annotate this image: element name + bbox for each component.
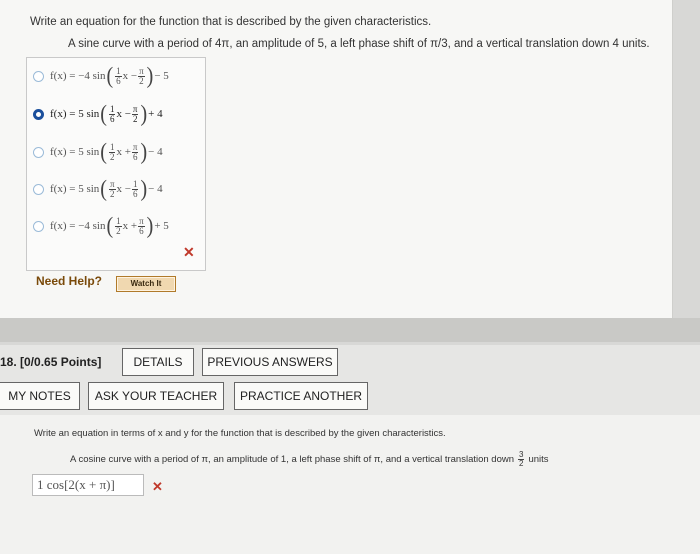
left-paren-icon: (	[106, 213, 114, 239]
choice-mid: x −	[122, 70, 138, 82]
frac-den: 6	[139, 225, 144, 236]
fraction: π2	[138, 65, 145, 86]
fraction: 12	[108, 141, 116, 162]
frac-num: 1	[131, 178, 139, 190]
choice-1[interactable]: f(x) = −4 sin(1 6 x − π 2) − 5	[33, 62, 169, 90]
frac-den: 6	[132, 151, 138, 162]
question-description: A sine curve with a period of 4π, an amp…	[68, 38, 650, 50]
fraction: π2	[131, 103, 139, 124]
choice-4[interactable]: f(x) = 5 sin(π 2 x −1 6) − 4	[33, 175, 163, 203]
choice-prefix: f(x) = −4 sin	[50, 70, 106, 82]
fraction: 16	[115, 65, 122, 86]
choice-prefix: f(x) = −4 sin	[50, 220, 106, 232]
fraction: π6	[131, 141, 139, 162]
ask-teacher-button[interactable]: ASK YOUR TEACHER	[88, 382, 224, 410]
left-paren-icon: (	[100, 176, 107, 202]
frac-den: 6	[132, 188, 138, 199]
description-text: A cosine curve with a period of π, an am…	[70, 454, 515, 465]
choice-suffix: + 5	[154, 220, 169, 232]
choice-suffix: − 4	[148, 183, 163, 195]
radio-icon[interactable]	[33, 146, 44, 158]
radio-icon[interactable]	[33, 70, 44, 82]
fraction: π2	[108, 178, 116, 199]
choice-mid: x −	[116, 183, 131, 195]
frac-den: 2	[109, 151, 115, 162]
choice-prefix: f(x) = 5 sin	[50, 108, 100, 120]
need-help-label: Need Help?	[36, 274, 103, 288]
question-17-panel: Write an equation for the function that …	[0, 0, 673, 318]
incorrect-icon: ✕	[183, 244, 195, 260]
frac-num: π	[131, 141, 139, 153]
question-18-description: A cosine curve with a period of π, an am…	[70, 451, 549, 468]
left-paren-icon: (	[106, 63, 114, 89]
fraction: π6	[138, 215, 145, 236]
frac-num: 1	[108, 103, 116, 115]
incorrect-icon: ✕	[152, 479, 163, 494]
frac-num: π	[138, 215, 145, 227]
choice-3[interactable]: f(x) = 5 sin(1 2 x + π 6) − 4	[33, 138, 163, 166]
choice-prefix: f(x) = 5 sin	[50, 183, 100, 195]
choice-2[interactable]: f(x) = 5 sin(1 6 x − π 2) + 4	[33, 100, 163, 128]
choice-mid: x +	[122, 220, 138, 232]
right-paren-icon: )	[140, 101, 148, 127]
choice-suffix: − 5	[154, 70, 169, 82]
radio-icon[interactable]	[33, 220, 44, 232]
my-notes-button[interactable]: MY NOTES	[0, 382, 80, 410]
frac-den: 2	[132, 113, 138, 124]
choice-suffix: − 4	[148, 146, 163, 158]
choice-prefix: f(x) = 5 sin	[50, 146, 100, 158]
frac-num: 1	[115, 65, 122, 77]
question-18-prompt: Write an equation in terms of x and y fo…	[34, 428, 446, 439]
frac-num: 1	[115, 215, 122, 227]
choice-suffix: + 4	[148, 108, 163, 120]
fraction: 12	[115, 215, 122, 236]
choice-5[interactable]: f(x) = −4 sin(1 2 x + π 6) + 5	[33, 212, 169, 240]
choice-mid: x −	[116, 108, 131, 120]
frac-den: 2	[116, 225, 121, 236]
frac-den: 6	[116, 75, 121, 86]
fraction: 16	[131, 178, 139, 199]
question-18-label: 18. [0/0.65 Points]	[0, 355, 102, 369]
fraction: 32	[518, 451, 525, 468]
frac-den: 6	[109, 113, 115, 124]
frac-num: π	[108, 178, 116, 190]
right-paren-icon: )	[146, 63, 154, 89]
frac-den: 2	[109, 188, 115, 199]
left-paren-icon: (	[100, 139, 107, 165]
units-label: units	[528, 454, 549, 465]
question-prompt: Write an equation for the function that …	[30, 16, 432, 28]
frac-den: 2	[519, 459, 524, 468]
radio-selected-icon[interactable]	[33, 108, 44, 120]
left-paren-icon: (	[100, 101, 107, 127]
right-paren-icon: )	[140, 176, 148, 202]
previous-answers-button[interactable]: PREVIOUS ANSWERS	[202, 348, 338, 376]
frac-num: 1	[108, 141, 116, 153]
choice-mid: x +	[116, 146, 131, 158]
radio-icon[interactable]	[33, 183, 44, 195]
frac-num: π	[138, 65, 145, 77]
watch-it-button[interactable]: Watch It	[116, 276, 176, 292]
choices-box: f(x) = −4 sin(1 6 x − π 2) − 5 f(x) = 5 sin(1…	[26, 57, 206, 271]
answer-input[interactable]: 1 cos[2(x + π)]	[32, 474, 144, 496]
practice-another-button[interactable]: PRACTICE ANOTHER	[234, 382, 368, 410]
right-paren-icon: )	[146, 213, 154, 239]
frac-den: 2	[139, 75, 144, 86]
question-separator	[0, 318, 700, 342]
details-button[interactable]: DETAILS	[122, 348, 194, 376]
right-paren-icon: )	[140, 139, 148, 165]
frac-num: π	[131, 103, 139, 115]
fraction: 16	[108, 103, 116, 124]
